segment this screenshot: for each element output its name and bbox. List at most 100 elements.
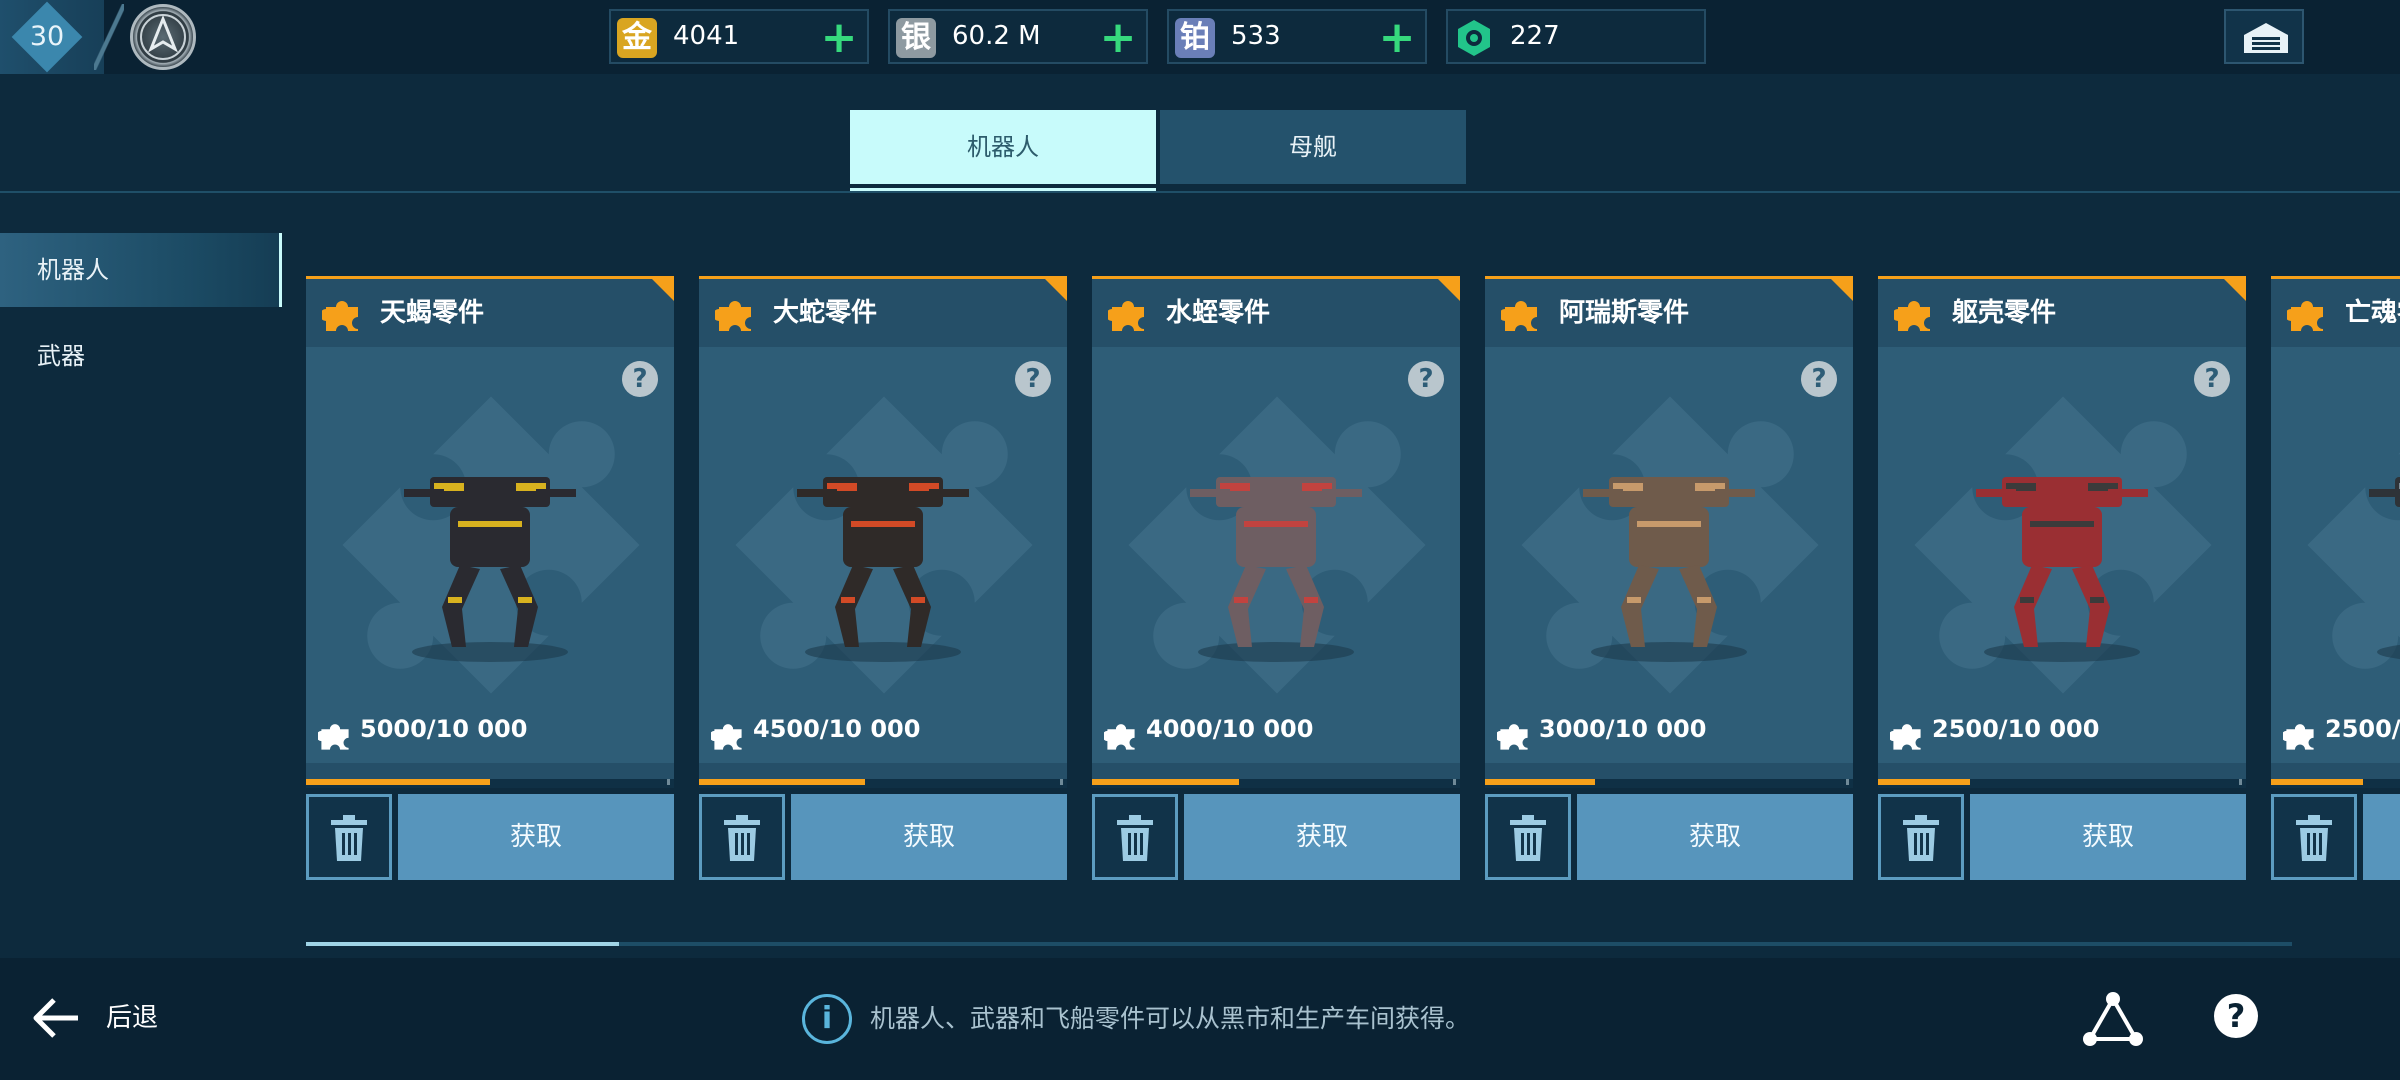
- part-name: 水蛭零件: [1166, 298, 1271, 328]
- obtain-button[interactable]: 获取: [1577, 794, 1853, 880]
- robot-image: [1962, 437, 2162, 667]
- card-header: 亡魂零件: [2271, 279, 2400, 347]
- tab-robots[interactable]: 机器人: [850, 110, 1156, 184]
- part-name: 大蛇零件: [773, 298, 878, 328]
- back-label: 后退: [106, 1003, 159, 1033]
- discard-parts-button[interactable]: [699, 794, 785, 880]
- add-silver-button[interactable]: +: [1098, 16, 1138, 60]
- parts-carousel[interactable]: 天蝎零件 ? 5000/10 000 获取 大蛇零件 ? 4500/10 000…: [306, 270, 2400, 890]
- parts-progress-text: 4500/10 000: [753, 715, 921, 743]
- progress-fill: [1878, 779, 1970, 785]
- discard-parts-button[interactable]: [1878, 794, 1964, 880]
- card-image-area: ?: [1878, 347, 2246, 763]
- discard-parts-button[interactable]: [2271, 794, 2357, 880]
- add-gold-button[interactable]: +: [819, 16, 859, 60]
- card-header: 大蛇零件: [699, 279, 1067, 347]
- sidebar-item-weapons[interactable]: 武器: [0, 319, 282, 393]
- progress-bar: [2271, 779, 2400, 788]
- card-panel: 躯壳零件 ? 2500/10 000: [1878, 276, 2246, 788]
- parts-progress-text: 2500/10 000: [1932, 715, 2100, 743]
- divider: [94, 4, 124, 70]
- corner-marker: [2224, 279, 2246, 301]
- sidebar-item-robots[interactable]: 机器人: [0, 233, 282, 307]
- discard-parts-button[interactable]: [1485, 794, 1571, 880]
- puzzle-piece-icon: [1106, 295, 1148, 339]
- puzzle-piece-icon: [1888, 719, 1924, 757]
- robot-part-card[interactable]: 阿瑞斯零件 ? 3000/10 000 获取: [1485, 276, 1853, 880]
- robot-image: [2355, 437, 2400, 667]
- currency-gold: 金 4041 +: [609, 9, 869, 64]
- obtain-button[interactable]: 获取: [1184, 794, 1460, 880]
- puzzle-piece-icon: [713, 295, 755, 339]
- info-message: 机器人、武器和飞船零件可以从黑市和生产车间获得。: [870, 1004, 1471, 1033]
- corner-marker: [1438, 279, 1460, 301]
- puzzle-piece-icon: [316, 719, 352, 757]
- obtain-button[interactable]: 获取: [791, 794, 1067, 880]
- puzzle-piece-icon: [1495, 719, 1531, 757]
- obtain-button[interactable]: 获取: [398, 794, 674, 880]
- discard-parts-button[interactable]: [1092, 794, 1178, 880]
- card-panel: 天蝎零件 ? 5000/10 000: [306, 276, 674, 788]
- card-header: 阿瑞斯零件: [1485, 279, 1853, 347]
- gold-amount: 4041: [673, 21, 740, 51]
- parts-progress-text: 3000/10 000: [1539, 715, 1707, 743]
- progress-bar: [1485, 779, 1853, 788]
- progress-fill: [306, 779, 490, 785]
- progress-bar: [1092, 779, 1460, 788]
- key-gem-icon: [1454, 18, 1494, 58]
- corner-marker: [1045, 279, 1067, 301]
- add-platinum-button[interactable]: +: [1377, 16, 1417, 60]
- progress-fill: [1485, 779, 1596, 785]
- obtain-button[interactable]: 获取: [1970, 794, 2246, 880]
- currency-silver: 银 60.2 M +: [888, 9, 1148, 64]
- league-badge-icon[interactable]: [130, 4, 196, 70]
- puzzle-piece-icon: [709, 719, 745, 757]
- progress-bar: [306, 779, 674, 788]
- card-image-area: ?: [1092, 347, 1460, 763]
- back-button[interactable]: 后退: [30, 986, 180, 1050]
- part-name: 亡魂零件: [2345, 298, 2400, 328]
- robot-part-card[interactable]: 大蛇零件 ? 4500/10 000 获取: [699, 276, 1067, 880]
- tab-mothership[interactable]: 母舰: [1160, 110, 1466, 184]
- player-level[interactable]: 30: [0, 0, 104, 74]
- info-icon: i: [802, 994, 852, 1044]
- silver-amount: 60.2 M: [952, 21, 1041, 51]
- help-icon[interactable]: ?: [1015, 361, 1051, 397]
- help-icon[interactable]: ?: [1408, 361, 1444, 397]
- hangar-icon: [2244, 23, 2288, 53]
- silver-icon: 银: [896, 18, 936, 58]
- card-panel: 水蛭零件 ? 4000/10 000: [1092, 276, 1460, 788]
- obtain-button[interactable]: 获取: [2363, 794, 2400, 880]
- parts-progress-text: 4000/10 000: [1146, 715, 1314, 743]
- platinum-amount: 533: [1231, 21, 1281, 51]
- help-icon[interactable]: ?: [1801, 361, 1837, 397]
- puzzle-piece-icon: [1892, 295, 1934, 339]
- card-image-area: ?: [699, 347, 1067, 763]
- robot-part-card[interactable]: 躯壳零件 ? 2500/10 000 获取: [1878, 276, 2246, 880]
- help-icon[interactable]: ?: [2194, 361, 2230, 397]
- progress-end-tick: [2239, 779, 2242, 785]
- puzzle-piece-icon: [2281, 719, 2317, 757]
- discard-parts-button[interactable]: [306, 794, 392, 880]
- currency-platinum: 铂 533 +: [1167, 9, 1427, 64]
- help-button[interactable]: ?: [2214, 994, 2258, 1038]
- keys-amount: 227: [1510, 21, 1560, 51]
- robot-part-card[interactable]: 亡魂零件 ?: [2271, 276, 2400, 880]
- progress-fill: [699, 779, 865, 785]
- hangar-button[interactable]: [2224, 9, 2304, 64]
- progress-fill: [2271, 779, 2363, 785]
- progress-end-tick: [1453, 779, 1456, 785]
- progress-bar: [1878, 779, 2246, 788]
- level-number: 30: [29, 21, 65, 52]
- robot-image: [390, 437, 590, 667]
- card-image-area: ?: [1485, 347, 1853, 763]
- share-icon[interactable]: [2082, 990, 2144, 1048]
- scrollbar-thumb[interactable]: [306, 942, 619, 946]
- part-name: 天蝎零件: [380, 298, 485, 328]
- help-icon[interactable]: ?: [622, 361, 658, 397]
- card-image-area: ?: [306, 347, 674, 763]
- card-panel: 大蛇零件 ? 4500/10 000: [699, 276, 1067, 788]
- robot-part-card[interactable]: 水蛭零件 ? 4000/10 000 获取: [1092, 276, 1460, 880]
- card-panel: 亡魂零件 ?: [2271, 276, 2400, 788]
- robot-part-card[interactable]: 天蝎零件 ? 5000/10 000 获取: [306, 276, 674, 880]
